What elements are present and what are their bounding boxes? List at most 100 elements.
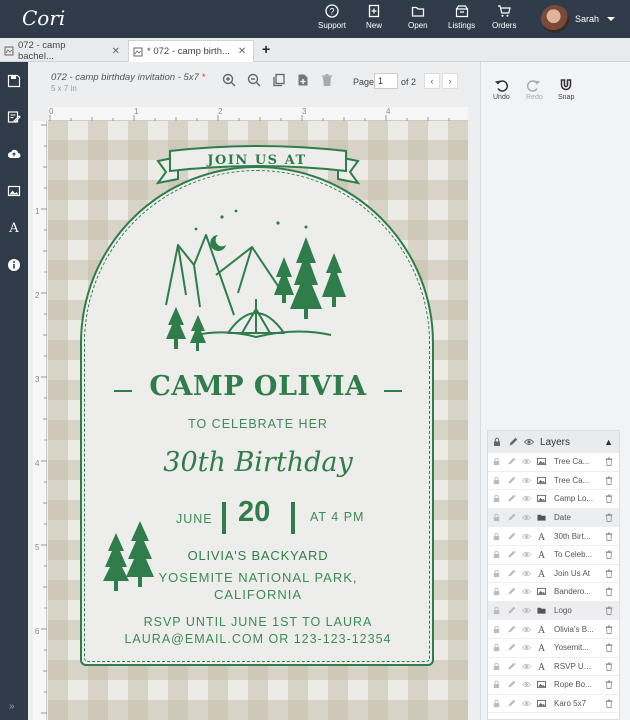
user-menu[interactable]: Sarah: [541, 5, 616, 33]
lock-icon[interactable]: [492, 532, 501, 541]
pencil-icon[interactable]: [507, 569, 516, 578]
layer-row[interactable]: Logo: [488, 601, 619, 621]
date-day[interactable]: 20: [238, 496, 270, 529]
lock-icon[interactable]: [492, 606, 501, 615]
zoom-in-icon[interactable]: [222, 73, 236, 87]
address-line-2[interactable]: CALIFORNIA: [48, 587, 468, 602]
eye-icon[interactable]: [522, 587, 531, 596]
add-page-icon[interactable]: [296, 73, 310, 87]
delete-page-icon[interactable]: [320, 73, 334, 87]
eye-icon[interactable]: [522, 513, 531, 522]
trash-icon[interactable]: [605, 643, 613, 653]
edit-document-icon[interactable]: [7, 110, 21, 124]
pencil-icon[interactable]: [507, 625, 516, 634]
tab-camp-bachelorette[interactable]: 072 - camp bachel... ✕: [0, 40, 124, 62]
lock-icon[interactable]: [492, 569, 501, 578]
lock-icon[interactable]: [492, 680, 501, 689]
trash-icon[interactable]: [605, 457, 613, 467]
orders-button[interactable]: Orders: [492, 4, 516, 30]
date-month[interactable]: JUNE: [176, 512, 213, 526]
camp-logo-illustration[interactable]: [156, 205, 361, 357]
cloud-upload-icon[interactable]: [7, 147, 21, 161]
pencil-icon[interactable]: [507, 494, 516, 503]
previous-page-button[interactable]: ‹: [424, 73, 440, 89]
trash-icon[interactable]: [605, 494, 613, 504]
eye-icon[interactable]: [522, 569, 531, 578]
close-icon[interactable]: ✕: [112, 46, 120, 57]
layer-row[interactable]: Camp Lo...: [488, 490, 619, 509]
snap-button[interactable]: Snap: [558, 78, 574, 101]
text-icon[interactable]: A: [7, 220, 21, 234]
listings-button[interactable]: Listings: [448, 4, 475, 30]
image-icon[interactable]: [7, 184, 21, 198]
eye-icon[interactable]: [522, 606, 531, 615]
eye-icon[interactable]: [522, 476, 531, 485]
eye-icon[interactable]: [522, 662, 531, 671]
trash-icon[interactable]: [605, 569, 613, 578]
eye-icon[interactable]: [522, 457, 531, 466]
lock-icon[interactable]: [492, 476, 501, 485]
info-icon[interactable]: [7, 258, 21, 272]
layers-header[interactable]: Layers ▲: [488, 431, 619, 453]
trash-icon[interactable]: [605, 680, 613, 690]
layer-row[interactable]: Tree Ca...: [488, 472, 619, 491]
celebrate-text[interactable]: TO CELEBRATE HER: [48, 417, 468, 431]
undo-button[interactable]: Undo: [493, 78, 510, 101]
layer-row[interactable]: A RSVP UN...: [488, 658, 619, 677]
layer-row[interactable]: Rope Bo...: [488, 676, 619, 695]
pencil-icon[interactable]: [507, 457, 516, 466]
lock-icon[interactable]: [492, 587, 501, 596]
venue-text[interactable]: OLIVIA'S BACKYARD: [48, 548, 468, 563]
trash-icon[interactable]: [605, 550, 613, 560]
lock-icon[interactable]: [492, 457, 501, 466]
eye-icon[interactable]: [522, 643, 531, 652]
trash-icon[interactable]: [605, 662, 613, 671]
birthday-script-text[interactable]: 30th Birthday: [48, 447, 468, 478]
close-icon[interactable]: ✕: [238, 46, 246, 57]
layer-row[interactable]: Tree Ca...: [488, 453, 619, 472]
date-time[interactable]: AT 4 PM: [310, 510, 364, 524]
trash-icon[interactable]: [605, 606, 613, 615]
camp-title[interactable]: CAMP OLIVIA: [48, 371, 468, 402]
tab-camp-birthday[interactable]: * 072 - camp birth... ✕: [128, 40, 254, 62]
layer-row[interactable]: Date: [488, 508, 619, 528]
pencil-icon[interactable]: [507, 680, 516, 689]
pencil-icon[interactable]: [507, 513, 516, 522]
lock-icon[interactable]: [492, 494, 501, 503]
eye-icon[interactable]: [522, 625, 531, 634]
eye-icon[interactable]: [522, 699, 531, 708]
layer-row[interactable]: A Yosemit...: [488, 639, 619, 658]
app-logo[interactable]: Cori: [22, 6, 65, 30]
layer-row[interactable]: A Olivia's B...: [488, 620, 619, 639]
lock-icon[interactable]: [492, 550, 501, 559]
eye-icon[interactable]: [522, 680, 531, 689]
pencil-icon[interactable]: [507, 699, 516, 708]
pencil-icon[interactable]: [507, 643, 516, 652]
eye-icon[interactable]: [522, 532, 531, 541]
trash-icon[interactable]: [605, 699, 613, 708]
new-button[interactable]: New: [366, 4, 382, 30]
artboard[interactable]: JOIN US AT CAMP OLIVIA TO CELEBRATE HER …: [48, 121, 468, 720]
layer-row[interactable]: A Join Us At: [488, 565, 619, 584]
layer-row[interactable]: Bandero...: [488, 583, 619, 602]
save-icon[interactable]: [7, 74, 21, 88]
open-button[interactable]: Open: [408, 4, 428, 30]
pencil-icon[interactable]: [507, 587, 516, 596]
duplicate-page-icon[interactable]: [272, 73, 286, 87]
layer-row[interactable]: A To Celeb...: [488, 546, 619, 565]
eye-icon[interactable]: [522, 494, 531, 503]
pencil-icon[interactable]: [507, 476, 516, 485]
chevron-up-icon[interactable]: ▲: [604, 437, 613, 447]
layer-row[interactable]: A 30th Birt...: [488, 527, 619, 546]
lock-icon[interactable]: [492, 662, 501, 671]
lock-icon[interactable]: [492, 513, 501, 522]
lock-icon[interactable]: [492, 699, 501, 708]
support-button[interactable]: ? Support: [318, 4, 346, 30]
next-page-button[interactable]: ›: [442, 73, 458, 89]
redo-button[interactable]: Redo: [526, 78, 543, 101]
add-tab-button[interactable]: +: [262, 41, 270, 57]
pencil-icon[interactable]: [507, 662, 516, 671]
trash-icon[interactable]: [605, 625, 613, 634]
rsvp-line-1[interactable]: RSVP UNTIL JUNE 1ST TO LAURA: [48, 615, 468, 629]
zoom-out-icon[interactable]: [247, 73, 261, 87]
